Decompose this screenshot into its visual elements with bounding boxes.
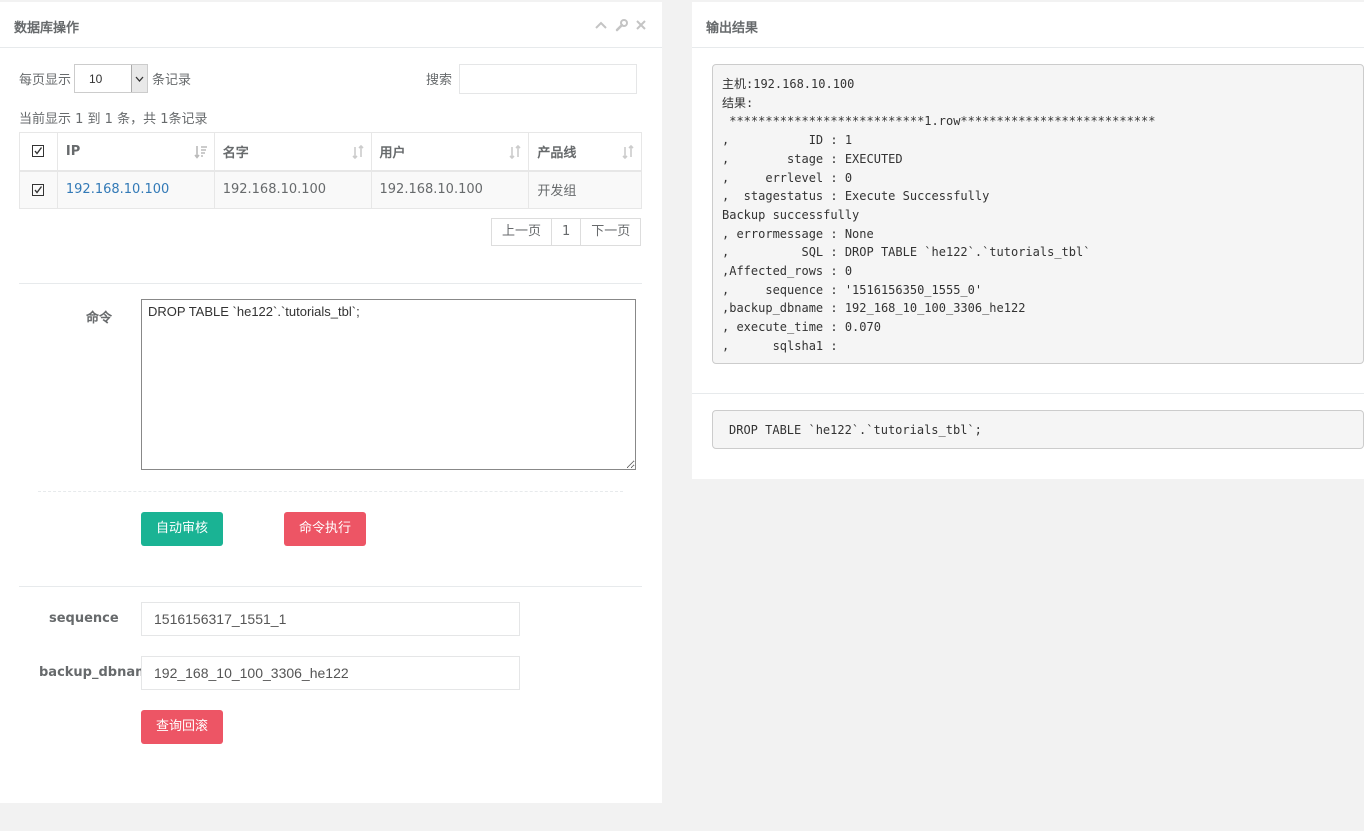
command-label: 命令 <box>86 311 113 326</box>
page-1-button[interactable]: 1 <box>551 218 582 246</box>
sort-desc-icon[interactable] <box>194 145 208 163</box>
left-panel-header: 数据库操作 <box>0 2 662 48</box>
column-header-name[interactable]: 名字 <box>213 132 372 172</box>
right-panel-title: 输出结果 <box>706 21 759 36</box>
column-header-ip-label: IP <box>65 143 81 159</box>
row-select-cell[interactable] <box>19 170 58 209</box>
ip-link[interactable]: 192.168.10.100 <box>66 182 169 197</box>
cell-ip[interactable]: 192.168.10.100 <box>56 170 215 209</box>
wrench-icon[interactable] <box>614 18 628 32</box>
right-panel-header: 输出结果 <box>692 2 1364 48</box>
cell-user: 192.168.10.100 <box>370 170 530 209</box>
table-info: 当前显示 1 到 1 条，共 1条记录 <box>19 112 208 127</box>
divider <box>19 283 642 284</box>
chevron-up-icon[interactable] <box>594 18 608 32</box>
column-header-product-line[interactable]: 产品线 <box>528 132 642 172</box>
sort-icon[interactable] <box>351 144 365 163</box>
execute-command-button[interactable]: 命令执行 <box>284 512 366 546</box>
sort-icon[interactable] <box>621 144 635 163</box>
column-header-product-line-label: 产品线 <box>537 145 577 161</box>
row-checkbox[interactable] <box>31 183 44 196</box>
sql-output-text: DROP TABLE `he122`.`tutorials_tbl`; <box>712 410 1364 449</box>
divider <box>692 393 1364 394</box>
column-header-name-label: 名字 <box>222 145 249 161</box>
table-row[interactable]: 192.168.10.100 192.168.10.100 192.168.10… <box>19 170 642 209</box>
sort-icon[interactable] <box>508 144 522 163</box>
cell-name: 192.168.10.100 <box>213 170 372 209</box>
pagination: 上一页 1 下一页 <box>491 218 642 246</box>
output-result-text: 主机:192.168.10.100 结果: ******************… <box>712 64 1364 364</box>
select-all-checkbox[interactable] <box>31 145 44 158</box>
backup-dbname-label: backup_dbname <box>39 665 158 680</box>
query-rollback-button[interactable]: 查询回滚 <box>141 710 223 744</box>
sequence-label: sequence <box>49 611 119 626</box>
prev-page-button[interactable]: 上一页 <box>491 218 553 246</box>
table-header-row: IP 名字 用户 产品线 <box>19 132 642 172</box>
panel-tools <box>594 18 648 32</box>
column-header-user-label: 用户 <box>379 145 406 161</box>
dashed-divider <box>38 491 623 492</box>
column-header-ip[interactable]: IP <box>56 132 215 172</box>
sequence-input[interactable] <box>141 602 520 636</box>
close-icon[interactable] <box>634 18 648 32</box>
page-size-select[interactable]: 10 <box>74 64 148 93</box>
column-header-user[interactable]: 用户 <box>370 132 530 172</box>
divider <box>19 586 642 587</box>
search-input[interactable] <box>459 64 637 94</box>
cell-product-line: 开发组 <box>528 170 642 209</box>
left-panel-title: 数据库操作 <box>14 21 80 36</box>
next-page-button[interactable]: 下一页 <box>580 218 642 246</box>
backup-dbname-input[interactable] <box>141 656 520 690</box>
records-label: 条记录 <box>152 73 192 88</box>
select-all-header[interactable] <box>19 132 58 172</box>
command-textarea[interactable]: DROP TABLE `he122`.`tutorials_tbl`; <box>141 299 636 470</box>
auto-review-button[interactable]: 自动审核 <box>141 512 223 546</box>
per-page-label: 每页显示 <box>19 73 72 88</box>
search-label: 搜索 <box>426 73 453 88</box>
hosts-table: IP 名字 用户 产品线 192.168.10.100 192.168.10.1… <box>19 132 642 209</box>
